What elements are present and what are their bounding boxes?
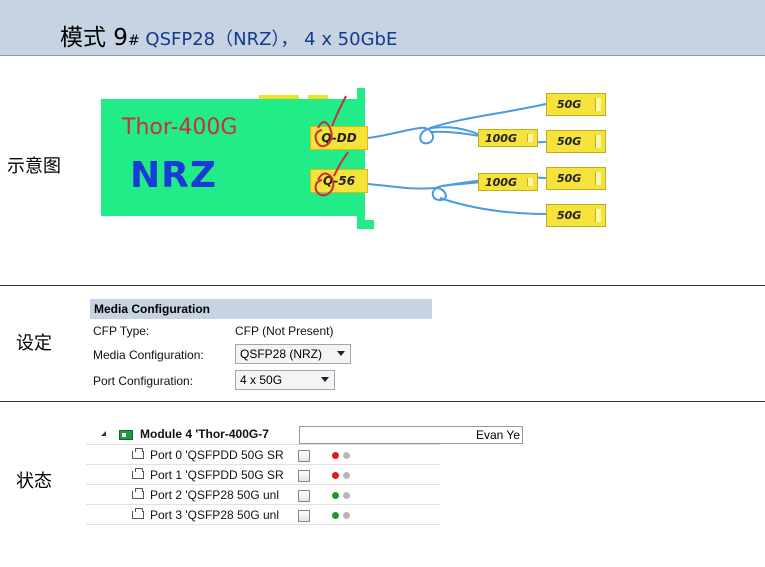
port-name: Port 1 'QSFPDD 50G SR <box>150 468 284 482</box>
activity-led <box>343 492 350 499</box>
section-label-settings: 设定 <box>16 333 52 354</box>
link-status-led <box>332 512 339 519</box>
cfp-type-value: CFP (Not Present) <box>235 324 334 338</box>
activity-led <box>343 452 350 459</box>
section-divider <box>0 285 765 286</box>
module-50g: 50G <box>546 130 606 153</box>
module-50g: 50G <box>546 167 606 190</box>
ethernet-port-icon <box>132 468 144 479</box>
ethernet-port-icon <box>132 488 144 499</box>
port-row[interactable]: Port 1 'QSFPDD 50G SR <box>86 465 440 485</box>
cable-upper <box>367 126 479 145</box>
ethernet-port-icon <box>132 448 144 459</box>
media-configuration-value: QSFP28 (NRZ) <box>240 347 323 361</box>
port-configuration-label: Port Configuration: <box>93 374 194 388</box>
cable-upper-branch <box>429 103 547 129</box>
activity-led <box>343 512 350 519</box>
port-select-checkbox[interactable] <box>298 510 310 522</box>
port-name: Port 0 'QSFPDD 50G SR <box>150 448 284 462</box>
section-divider <box>0 401 765 402</box>
panel-title: Media Configuration <box>90 299 432 319</box>
activity-led <box>343 472 350 479</box>
ethernet-port-icon <box>132 508 144 519</box>
section-label-status: 状态 <box>16 471 52 492</box>
check-mark <box>314 172 335 197</box>
module-name: Module 4 'Thor-400G-7 <box>140 427 269 441</box>
port-name: Port 2 'QSFP28 50G unl <box>150 488 280 502</box>
module-50g: 50G <box>546 204 606 227</box>
media-configuration-label: Media Configuration: <box>93 348 204 362</box>
chevron-down-icon <box>337 351 345 356</box>
check-mark <box>333 151 349 177</box>
module-100g: 100G <box>478 173 538 191</box>
port-configuration-select[interactable]: 4 x 50G <box>235 370 335 390</box>
port-row[interactable]: Port 2 'QSFP28 50G unl <box>86 485 440 505</box>
tree-module-row[interactable]: Module 4 'Thor-400G-7 Evan Ye <box>86 425 523 445</box>
port-row[interactable]: Port 3 'QSFP28 50G unl <box>86 505 440 525</box>
link-status-led <box>332 492 339 499</box>
cable-lower-branch <box>439 197 547 215</box>
link-status-led <box>332 472 339 479</box>
check-mark <box>331 95 347 127</box>
link-status-led <box>332 452 339 459</box>
port-configuration-value: 4 x 50G <box>240 373 283 387</box>
module-owner: Evan Ye <box>299 426 523 444</box>
collapse-icon[interactable] <box>98 431 106 436</box>
port-select-checkbox[interactable] <box>298 490 310 502</box>
chevron-down-icon <box>321 377 329 382</box>
module-100g: 100G <box>478 129 538 147</box>
port-select-checkbox[interactable] <box>298 470 310 482</box>
cfp-type-label: CFP Type: <box>93 324 150 338</box>
module-icon <box>119 430 133 440</box>
port-name: Port 3 'QSFP28 50G unl <box>150 508 280 522</box>
port-select-checkbox[interactable] <box>298 450 310 462</box>
cable-lower <box>367 181 481 202</box>
media-configuration-select[interactable]: QSFP28 (NRZ) <box>235 344 351 364</box>
check-mark <box>314 121 333 148</box>
module-50g: 50G <box>546 93 606 116</box>
port-row[interactable]: Port 0 'QSFPDD 50G SR <box>86 445 440 465</box>
